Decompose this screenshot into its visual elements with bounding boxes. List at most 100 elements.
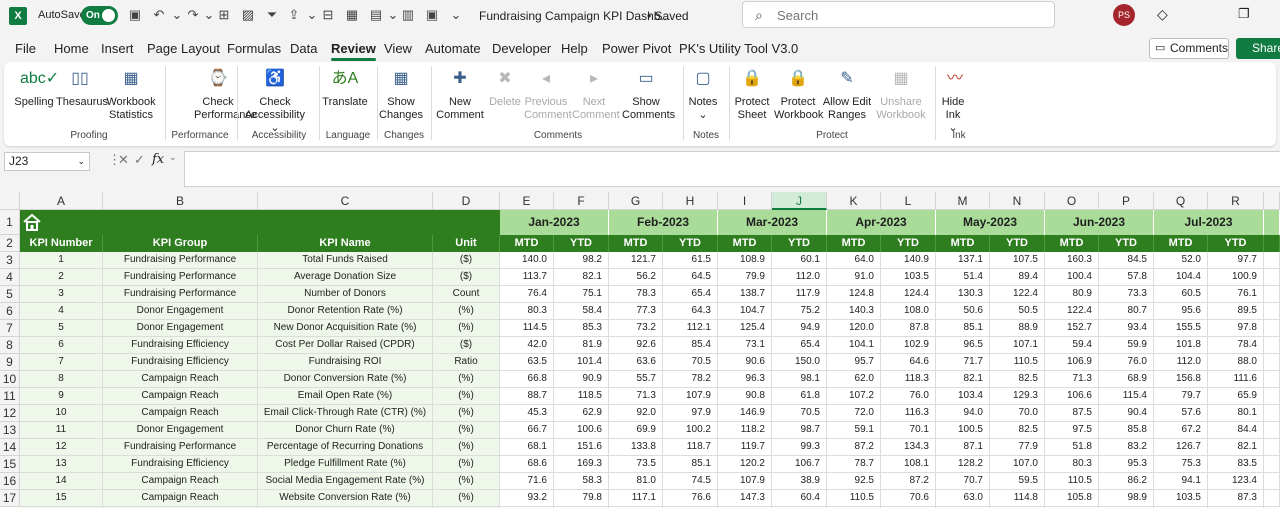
unit-cell[interactable]: (%)	[433, 490, 500, 507]
kpi-number-cell[interactable]: 14	[20, 473, 103, 490]
restore-window-icon[interactable]: ❐	[1238, 6, 1250, 22]
row-header[interactable]: 8	[0, 337, 20, 354]
kpi-name-cell[interactable]: Average Donation Size	[258, 269, 433, 286]
value-cell[interactable]: 120.0	[827, 320, 881, 337]
value-cell[interactable]: 118.5	[554, 388, 609, 405]
value-cell[interactable]: 70.7	[936, 473, 990, 490]
kpi-name-cell[interactable]: Cost Per Dollar Raised (CPDR)	[258, 337, 433, 354]
value-cell[interactable]: 107.9	[718, 473, 772, 490]
value-cell[interactable]: 155.5	[1154, 320, 1208, 337]
column-header-k[interactable]: K	[827, 192, 881, 210]
kpi-number-cell[interactable]: 3	[20, 286, 103, 303]
value-cell[interactable]: 107.9	[663, 388, 718, 405]
value-cell[interactable]: 76.1	[1208, 286, 1264, 303]
picture-icon[interactable]: ▨	[240, 7, 256, 23]
row-header[interactable]: 17	[0, 490, 20, 507]
value-cell[interactable]: 140.0	[500, 252, 554, 269]
unit-cell[interactable]: (%)	[433, 422, 500, 439]
value-cell[interactable]: 83.2	[1099, 439, 1154, 456]
value-cell[interactable]: 97.7	[1208, 252, 1264, 269]
value-cell[interactable]: 85.1	[936, 320, 990, 337]
show-changes-button[interactable]: ▦ Show Changes	[379, 66, 423, 122]
column-header-j[interactable]: J	[772, 192, 827, 210]
row-header[interactable]: 15	[0, 456, 20, 473]
unit-cell[interactable]: (%)	[433, 473, 500, 490]
kpi-group-cell[interactable]: Fundraising Performance	[103, 269, 258, 286]
value-cell[interactable]: 95.7	[827, 354, 881, 371]
value-cell[interactable]: 68.9	[1099, 371, 1154, 388]
value-cell[interactable]: 114.5	[500, 320, 554, 337]
value-cell[interactable]: 137.1	[936, 252, 990, 269]
value-cell[interactable]: 92.5	[827, 473, 881, 490]
value-cell[interactable]: 72.0	[827, 405, 881, 422]
value-cell[interactable]: 82.1	[1208, 439, 1264, 456]
save-icon[interactable]: ▣	[127, 7, 143, 23]
value-cell[interactable]: 55.7	[609, 371, 663, 388]
kpi-name-cell[interactable]: Email Open Rate (%)	[258, 388, 433, 405]
value-cell[interactable]: 122.4	[1045, 303, 1099, 320]
value-cell[interactable]: 151.6	[554, 439, 609, 456]
value-cell[interactable]: 101.8	[1154, 337, 1208, 354]
saved-status[interactable]: • Saved	[647, 9, 689, 23]
value-cell[interactable]: 81.0	[609, 473, 663, 490]
column-header-b[interactable]: B	[103, 192, 258, 210]
tab-review[interactable]: Review	[331, 41, 376, 61]
value-cell[interactable]: 146.9	[718, 405, 772, 422]
value-cell[interactable]: 103.5	[881, 269, 936, 286]
value-cell[interactable]: 147.3	[718, 490, 772, 507]
cancel-icon[interactable]: ✕	[118, 152, 129, 168]
tab-insert[interactable]: Insert	[101, 41, 134, 56]
value-cell[interactable]: 92.6	[609, 337, 663, 354]
show-comments-button[interactable]: ▭ Show Comments	[622, 66, 675, 122]
value-cell[interactable]: 74.5	[663, 473, 718, 490]
value-cell[interactable]: 88.9	[990, 320, 1045, 337]
value-cell[interactable]: 76.0	[881, 388, 936, 405]
value-cell[interactable]: 90.4	[1099, 405, 1154, 422]
kpi-name-cell[interactable]: Donor Retention Rate (%)	[258, 303, 433, 320]
tab-developer[interactable]: Developer	[492, 41, 551, 56]
value-cell[interactable]: 85.4	[663, 337, 718, 354]
kpi-name-cell[interactable]: Donor Churn Rate (%)	[258, 422, 433, 439]
value-cell[interactable]: 103.5	[1154, 490, 1208, 507]
unit-cell[interactable]: (%)	[433, 320, 500, 337]
value-cell[interactable]: 64.0	[827, 252, 881, 269]
insert-function-icon[interactable]: fx	[152, 152, 164, 167]
value-cell[interactable]: 93.2	[500, 490, 554, 507]
value-cell[interactable]: 70.5	[663, 354, 718, 371]
value-cell[interactable]: 94.9	[772, 320, 827, 337]
value-cell[interactable]: 89.4	[990, 269, 1045, 286]
value-cell[interactable]: 156.8	[1154, 371, 1208, 388]
value-cell[interactable]: 115.4	[1099, 388, 1154, 405]
value-cell[interactable]: 64.6	[881, 354, 936, 371]
value-cell[interactable]: 118.2	[718, 422, 772, 439]
value-cell[interactable]: 60.5	[1154, 286, 1208, 303]
value-cell[interactable]: 59.9	[1099, 337, 1154, 354]
comments-button[interactable]: Comments	[1149, 38, 1229, 59]
unit-cell[interactable]: (%)	[433, 303, 500, 320]
value-cell[interactable]: 87.3	[1208, 490, 1264, 507]
value-cell[interactable]: 107.2	[827, 388, 881, 405]
value-cell[interactable]: 77.3	[609, 303, 663, 320]
row-header[interactable]: 10	[0, 371, 20, 388]
value-cell[interactable]: 112.0	[1154, 354, 1208, 371]
value-cell[interactable]: 150.0	[772, 354, 827, 371]
value-cell[interactable]: 76.4	[500, 286, 554, 303]
enter-icon[interactable]: ✓	[134, 152, 145, 168]
kpi-group-cell[interactable]: Fundraising Performance	[103, 252, 258, 269]
value-cell[interactable]: 100.9	[1208, 269, 1264, 286]
translate-button[interactable]: あA Translate	[322, 66, 368, 109]
share-button[interactable]: Share	[1236, 38, 1280, 59]
unit-cell[interactable]: ($)	[433, 337, 500, 354]
value-cell[interactable]: 64.5	[663, 269, 718, 286]
value-cell[interactable]: 80.7	[1099, 303, 1154, 320]
kpi-number-cell[interactable]: 9	[20, 388, 103, 405]
value-cell[interactable]: 82.1	[936, 371, 990, 388]
pivot-icon[interactable]: ▣	[424, 7, 440, 23]
chevron-down-icon[interactable]: ⌄	[77, 153, 85, 170]
value-cell[interactable]: 108.9	[718, 252, 772, 269]
tab-home[interactable]: Home	[54, 41, 89, 56]
row-header[interactable]: 14	[0, 439, 20, 456]
tab-help[interactable]: Help	[561, 41, 588, 56]
value-cell[interactable]: 51.4	[936, 269, 990, 286]
value-cell[interactable]: 90.6	[718, 354, 772, 371]
